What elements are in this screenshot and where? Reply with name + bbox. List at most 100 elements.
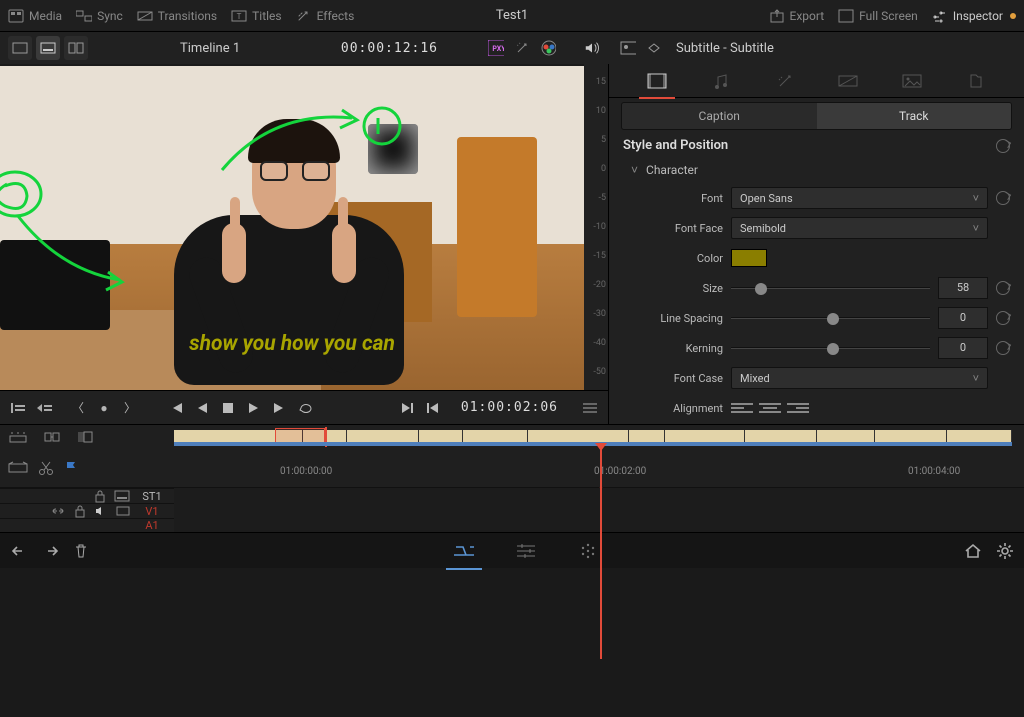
- size-value[interactable]: 58: [938, 277, 988, 299]
- inspector-tab-audio[interactable]: [701, 67, 741, 95]
- go-start-icon[interactable]: [166, 398, 186, 418]
- transport-opts-icon[interactable]: [34, 398, 54, 418]
- next-clip-icon[interactable]: [397, 398, 417, 418]
- mark-in-icon[interactable]: 〈: [68, 398, 88, 418]
- effects-tab[interactable]: Effects: [296, 8, 355, 24]
- transitions-tab[interactable]: Transitions: [137, 8, 217, 24]
- tl-tool-a-icon[interactable]: [8, 430, 28, 444]
- tl-tool-c-icon[interactable]: [76, 430, 94, 444]
- page-edit-icon[interactable]: [512, 537, 540, 565]
- font-select[interactable]: Open Sans: [731, 187, 988, 209]
- export-button[interactable]: Export: [769, 8, 825, 24]
- size-slider[interactable]: [731, 277, 930, 299]
- fontface-select[interactable]: Semibold: [731, 217, 988, 239]
- proxy-icon[interactable]: PXY: [488, 40, 504, 56]
- label-kerning: Kerning: [623, 342, 723, 355]
- linespacing-slider[interactable]: [731, 307, 930, 329]
- st-subtitle-icon[interactable]: [114, 490, 130, 502]
- trash-icon[interactable]: [74, 543, 88, 559]
- volume-icon[interactable]: [584, 40, 600, 56]
- linespacing-reset-icon[interactable]: [996, 311, 1010, 325]
- inspector-tab-transition[interactable]: [828, 67, 868, 95]
- inspector-tab-image[interactable]: [892, 67, 932, 95]
- page-cut-icon[interactable]: [450, 537, 478, 565]
- align-center-button[interactable]: [759, 399, 781, 417]
- timeline-name[interactable]: Timeline 1: [180, 41, 240, 56]
- sync-tab[interactable]: Sync: [76, 8, 123, 24]
- v-lock-icon[interactable]: [74, 504, 86, 518]
- track-name-a1[interactable]: A1: [138, 519, 166, 532]
- fast-review-icon[interactable]: [8, 398, 28, 418]
- mark-out-icon[interactable]: 〉: [120, 398, 140, 418]
- media-tab[interactable]: Media: [8, 8, 62, 24]
- inspector-section-title: Style and Position: [623, 138, 728, 153]
- viewer-mode-c[interactable]: [64, 36, 88, 60]
- fullscreen-button[interactable]: Full Screen: [838, 8, 918, 24]
- loop-icon[interactable]: [296, 398, 316, 418]
- font-reset-icon[interactable]: [996, 191, 1010, 205]
- video-enable-icon[interactable]: [116, 505, 130, 517]
- link-icon[interactable]: [50, 505, 66, 517]
- export-icon: [769, 8, 785, 24]
- linespacing-value[interactable]: 0: [938, 307, 988, 329]
- home-icon[interactable]: [964, 543, 982, 559]
- transitions-icon: [137, 8, 153, 24]
- viewer-mode-b[interactable]: [36, 36, 60, 60]
- fx-wand-icon[interactable]: [514, 40, 530, 56]
- timeline-view-icon[interactable]: [8, 461, 28, 475]
- top-menu-bar: Media Sync Transitions TTitles Effects T…: [0, 0, 1024, 32]
- transport-timecode[interactable]: 01:00:02:06: [461, 400, 558, 415]
- clip-preview-icon[interactable]: [620, 40, 636, 56]
- kerning-slider[interactable]: [731, 337, 930, 359]
- titles-tab[interactable]: TTitles: [231, 8, 281, 24]
- playhead[interactable]: [600, 449, 602, 659]
- duration-timecode[interactable]: 00:00:12:16: [341, 41, 438, 56]
- play-icon[interactable]: [244, 398, 264, 418]
- sub-toolbar: Timeline 1 00:00:12:16 PXY Subtitle - Su…: [0, 32, 1024, 64]
- go-end-icon[interactable]: [270, 398, 290, 418]
- align-left-button[interactable]: [731, 399, 753, 417]
- undo-icon[interactable]: [10, 544, 28, 558]
- kerning-value[interactable]: 0: [938, 337, 988, 359]
- chevron-down-icon[interactable]: ˅: [631, 163, 638, 177]
- inspector-tab-effects[interactable]: [765, 67, 805, 95]
- transport-menu-icon[interactable]: [580, 398, 600, 418]
- section-reset-icon[interactable]: [996, 139, 1010, 153]
- redo-icon[interactable]: [42, 544, 60, 558]
- playhead-line[interactable]: [600, 487, 602, 532]
- preview-viewport[interactable]: show you how you can: [0, 66, 584, 390]
- track-name-st1[interactable]: ST1: [138, 490, 166, 503]
- page-color-icon[interactable]: [574, 537, 602, 565]
- size-reset-icon[interactable]: [996, 281, 1010, 295]
- stop-icon[interactable]: [218, 398, 238, 418]
- viewer-mode-a[interactable]: [8, 36, 32, 60]
- subtitle-overlay: show you how you can: [0, 332, 584, 356]
- speaker-icon[interactable]: [94, 505, 108, 517]
- label-size: Size: [623, 282, 723, 295]
- inspector-button[interactable]: Inspector: [932, 8, 1016, 24]
- inspector-tab-file[interactable]: [956, 67, 996, 95]
- align-right-button[interactable]: [787, 399, 809, 417]
- svg-text:PXY: PXY: [492, 45, 504, 53]
- color-scope-icon[interactable]: [540, 40, 556, 56]
- tl-tool-b-icon[interactable]: [42, 430, 62, 444]
- prev-clip-icon[interactable]: [423, 398, 443, 418]
- gear-icon[interactable]: [996, 542, 1014, 560]
- track-name-v1[interactable]: V1: [138, 505, 166, 518]
- marker-flag-icon[interactable]: [64, 460, 78, 476]
- fontcase-select[interactable]: Mixed: [731, 367, 988, 389]
- kerning-reset-icon[interactable]: [996, 341, 1010, 355]
- blade-icon[interactable]: [38, 460, 54, 476]
- timeline-overview[interactable]: [174, 430, 1012, 444]
- st-lock-icon[interactable]: [94, 489, 106, 503]
- subtab-caption[interactable]: Caption: [622, 103, 817, 129]
- marker-dot-icon[interactable]: ●: [94, 398, 114, 418]
- timeline-content[interactable]: Hey guys, in this video today I want to …: [174, 487, 1024, 532]
- subtab-track[interactable]: Track: [817, 103, 1012, 129]
- color-swatch[interactable]: [731, 249, 767, 267]
- key-icon[interactable]: [646, 40, 662, 56]
- play-reverse-icon[interactable]: [192, 398, 212, 418]
- timeline-ruler[interactable]: 01:00:00:00 01:00:02:00 01:00:04:00: [174, 449, 1024, 487]
- inspector-tab-video[interactable]: [637, 67, 677, 95]
- transport-bar: 〈 ● 〉 01:00:02:06: [0, 390, 608, 424]
